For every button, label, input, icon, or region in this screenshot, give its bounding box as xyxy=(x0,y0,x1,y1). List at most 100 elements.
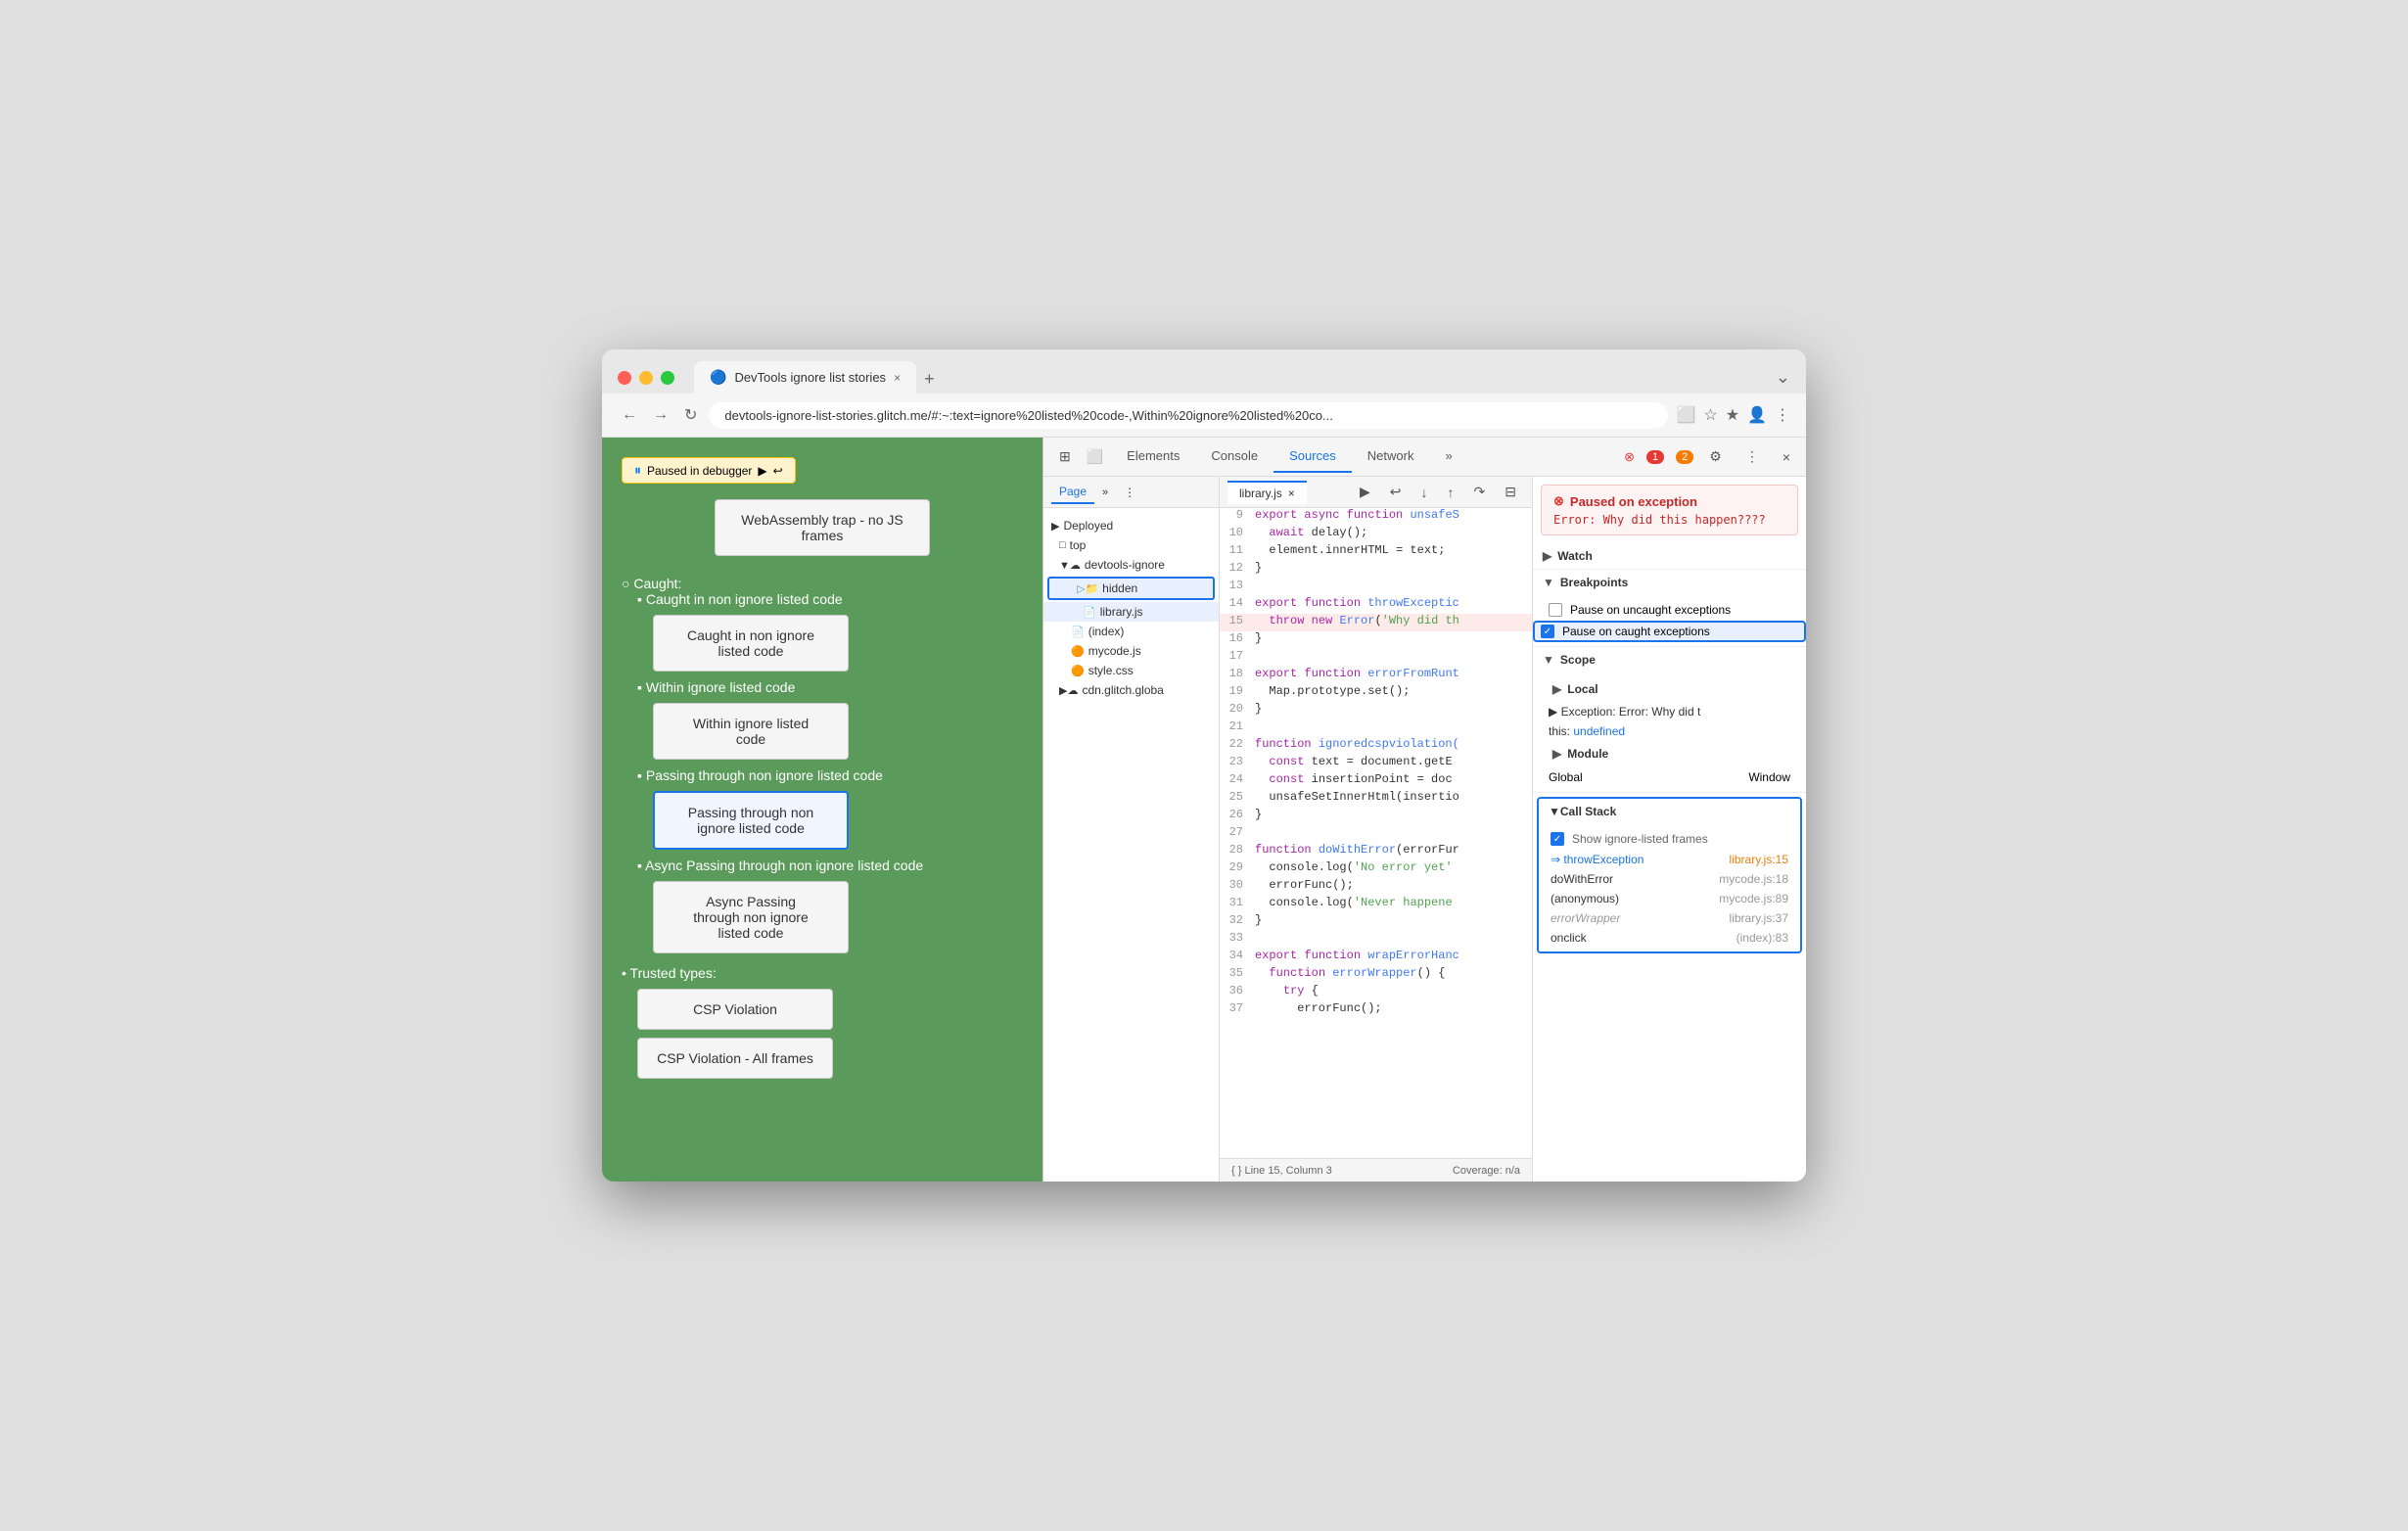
tree-style[interactable]: 🟠 style.css xyxy=(1043,661,1219,680)
uncaught-checkbox[interactable] xyxy=(1549,603,1562,617)
code-line-33: 33 xyxy=(1220,931,1532,949)
code-line-32: 32 } xyxy=(1220,913,1532,931)
caught-btn-2[interactable]: Within ignore listedcode xyxy=(653,703,849,760)
code-tab-library[interactable]: library.js × xyxy=(1227,481,1307,504)
call-stack-header[interactable]: ▼ Call Stack xyxy=(1539,799,1800,824)
line-content-9: export async function unsafeS xyxy=(1255,508,1459,522)
refresh-button[interactable]: ↻ xyxy=(680,401,701,429)
caught-btn-1[interactable]: Caught in non ignorelisted code xyxy=(653,615,849,672)
caught-label: Caught: xyxy=(633,576,681,591)
nav-step-out-btn[interactable]: ↑ xyxy=(1440,480,1462,504)
resume-icon[interactable]: ↩ xyxy=(773,464,783,478)
nav-resume-btn[interactable]: ▶ xyxy=(1352,480,1378,504)
screenshot-icon[interactable]: ⬜ xyxy=(1676,405,1695,425)
code-tab-close[interactable]: × xyxy=(1288,487,1295,500)
tab-console[interactable]: Console xyxy=(1195,441,1273,473)
traffic-lights xyxy=(618,371,674,385)
inspect-element-button[interactable]: ⊞ xyxy=(1051,444,1079,469)
caught-item-4: ▪ Async Passing through non ignore liste… xyxy=(637,858,1023,953)
line-num-24: 24 xyxy=(1220,772,1255,786)
maximize-button[interactable] xyxy=(661,371,674,385)
forward-button[interactable]: → xyxy=(649,402,672,428)
browser-tab[interactable]: 🔵 DevTools ignore list stories × xyxy=(694,361,916,394)
caught-item-2: ▪ Within ignore listed code Within ignor… xyxy=(637,679,1023,760)
line-content-10: await delay(); xyxy=(1255,526,1367,539)
style-file-icon: 🟠 xyxy=(1071,665,1085,677)
tab-menu-button[interactable]: ⌄ xyxy=(1776,367,1790,388)
page-tab[interactable]: Page xyxy=(1051,481,1094,504)
line-content-14: export function throwExceptic xyxy=(1255,596,1459,610)
tree-library-js[interactable]: 📄 library.js xyxy=(1043,602,1219,622)
line-content-16: } xyxy=(1255,631,1262,645)
code-line-15: 15 throw new Error('Why did th xyxy=(1220,614,1532,631)
tree-cdn[interactable]: ▶☁ cdn.glitch.globa xyxy=(1043,680,1219,700)
minimize-button[interactable] xyxy=(639,371,653,385)
csp-btn-1[interactable]: CSP Violation xyxy=(637,989,833,1030)
local-label: Local xyxy=(1567,682,1598,696)
frame-anonymous[interactable]: (anonymous) mycode.js:89 xyxy=(1539,889,1800,908)
trusted-bullet xyxy=(622,965,630,981)
tab-more[interactable]: » xyxy=(1429,441,1467,473)
nav-step-over-btn[interactable]: ↩ xyxy=(1382,480,1410,504)
address-bar: ← → ↻ ⬜ ☆ ★ 👤 ⋮ xyxy=(602,394,1806,438)
line-num-21: 21 xyxy=(1220,719,1255,733)
line-content-36: try { xyxy=(1255,984,1319,997)
tree-mycode[interactable]: 🟠 mycode.js xyxy=(1043,641,1219,661)
caught-checkbox[interactable]: ✓ xyxy=(1541,625,1554,638)
code-editor[interactable]: 9 export async function unsafeS 10 await… xyxy=(1220,508,1532,1158)
caught-btn-4[interactable]: Async Passingthrough non ignorelisted co… xyxy=(653,881,849,953)
frame-throwException[interactable]: ⇒ throwException library.js:15 xyxy=(1539,850,1800,869)
watch-header[interactable]: ▶ Watch xyxy=(1533,543,1806,569)
bookmark-icon[interactable]: ☆ xyxy=(1703,405,1717,425)
main-content: ⏸ Paused in debugger ▶ ↩ WebAssembly tra… xyxy=(602,438,1806,1182)
breakpoints-body: Pause on uncaught exceptions ✓ Pause on … xyxy=(1533,595,1806,646)
paused-badge: ⏸ Paused in debugger ▶ ↩ xyxy=(622,457,796,484)
nav-step-into-btn[interactable]: ↓ xyxy=(1413,480,1436,504)
back-button[interactable]: ← xyxy=(618,402,641,428)
tab-sources[interactable]: Sources xyxy=(1273,441,1352,473)
tree-hidden-folder[interactable]: ▷📁 hidden xyxy=(1047,577,1215,600)
extensions-icon[interactable]: ★ xyxy=(1726,405,1739,425)
line-num-28: 28 xyxy=(1220,843,1255,857)
line-num-27: 27 xyxy=(1220,825,1255,839)
error-count: 1 xyxy=(1646,450,1664,464)
device-toolbar-button[interactable]: ⬜ xyxy=(1079,444,1111,469)
tab-network[interactable]: Network xyxy=(1352,441,1430,473)
url-bar[interactable] xyxy=(709,402,1668,429)
close-button[interactable] xyxy=(618,371,631,385)
frame-errorWrapper[interactable]: errorWrapper library.js:37 xyxy=(1539,908,1800,928)
tab-close-button[interactable]: × xyxy=(894,371,901,385)
profile-icon[interactable]: 👤 xyxy=(1747,405,1767,425)
module-scope-header[interactable]: ▶ Module xyxy=(1533,741,1806,766)
frame-onclick[interactable]: onclick (index):83 xyxy=(1539,928,1800,948)
local-scope-header[interactable]: ▶ Local xyxy=(1533,676,1806,702)
tree-devtools-ignore[interactable]: ▼☁ devtools-ignore xyxy=(1043,555,1219,575)
sources-menu-btn[interactable]: ⋮ xyxy=(1116,482,1143,503)
more-icon[interactable]: ⋮ xyxy=(1775,405,1790,425)
frame-doWithError[interactable]: doWithError mycode.js:18 xyxy=(1539,869,1800,889)
code-line-20: 20 } xyxy=(1220,702,1532,719)
step-icon[interactable]: ▶ xyxy=(758,464,766,478)
nav-deactivate-btn[interactable]: ⊟ xyxy=(1497,480,1524,504)
show-frames-checkbox[interactable]: ✓ xyxy=(1551,832,1564,846)
paused-badge-label: Paused in debugger xyxy=(647,464,752,478)
nav-step-btn[interactable]: ↷ xyxy=(1466,480,1494,504)
breakpoints-header[interactable]: ▼ Breakpoints xyxy=(1533,570,1806,595)
code-line-22: 22 function ignoredcspviolation( xyxy=(1220,737,1532,755)
line-content-31: console.log('Never happene xyxy=(1255,896,1453,909)
browser-window: 🔵 DevTools ignore list stories × + ⌄ ← →… xyxy=(602,349,1806,1182)
tree-index[interactable]: 📄 (index) xyxy=(1043,622,1219,641)
page-more-btn[interactable]: » xyxy=(1094,483,1116,502)
breakpoints-arrow: ▼ xyxy=(1543,576,1554,589)
devtools-more-button[interactable]: ⋮ xyxy=(1737,444,1767,469)
new-tab-button[interactable]: + xyxy=(916,365,943,394)
tab-elements[interactable]: Elements xyxy=(1111,441,1195,473)
pause-icon: ⏸ xyxy=(634,462,641,479)
csp-btn-2[interactable]: CSP Violation - All frames xyxy=(637,1038,833,1079)
caught-btn-3[interactable]: Passing through nonignore listed code xyxy=(653,791,849,850)
line-content-24: const insertionPoint = doc xyxy=(1255,772,1453,786)
scope-header[interactable]: ▼ Scope xyxy=(1533,647,1806,673)
devtools-settings-button[interactable]: ⚙ xyxy=(1701,444,1730,469)
devtools-close-button[interactable]: × xyxy=(1775,445,1798,469)
tree-top[interactable]: □ top xyxy=(1043,535,1219,555)
